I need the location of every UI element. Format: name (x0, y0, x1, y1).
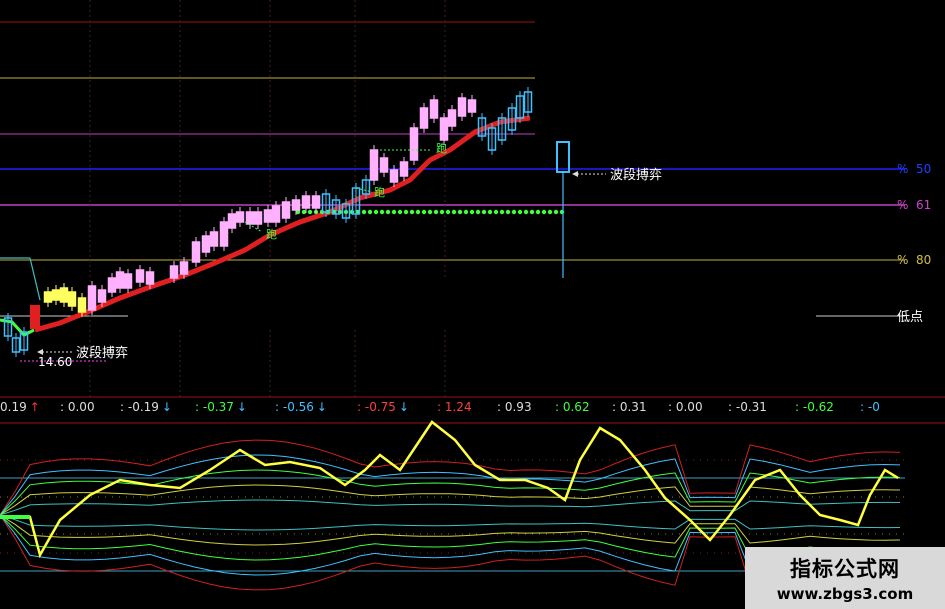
support-dot (427, 209, 433, 215)
support-dot (385, 209, 391, 215)
fib-50-label: 50 (916, 162, 931, 176)
watermark-url: www.zbgs3.com (776, 585, 914, 603)
indicator-value-text: 0.19 (0, 400, 27, 414)
indicator-value-text: : 0.93 (497, 400, 532, 414)
indicator-value-text: : -0.19 (120, 400, 159, 414)
indicator-value: : -0 (860, 400, 880, 414)
indicator-value: : 1.24 (437, 400, 472, 414)
indicator-value-text: : 0.31 (612, 400, 647, 414)
arrow-up-icon: ↑ (29, 400, 40, 414)
indicator-value-text: : -0.31 (728, 400, 767, 414)
support-dot (403, 209, 409, 215)
arrow-down-icon: ↓ (398, 400, 409, 414)
redaction-block (128, 278, 816, 330)
run-marker: 跑 (436, 141, 447, 155)
support-dot (469, 209, 475, 215)
support-dot (529, 209, 535, 215)
support-dot (463, 209, 469, 215)
support-dot (439, 209, 445, 215)
price-low-label: 14.60 (38, 355, 72, 369)
support-dot (367, 209, 373, 215)
support-dot (505, 209, 511, 215)
fib-pct-sign: % (897, 253, 908, 267)
support-dot (445, 209, 451, 215)
support-dot (421, 209, 427, 215)
support-dot (361, 209, 367, 215)
indicator-value: : 0.62 (555, 400, 590, 414)
support-dot (475, 209, 481, 215)
indicator-value-text: : 0.00 (60, 400, 95, 414)
arrow-down-icon: ↓ (161, 400, 172, 414)
indicator-value: : -0.75 ↓ (357, 400, 409, 414)
support-dot (379, 209, 385, 215)
support-dot (523, 209, 529, 215)
site-watermark: 指标公式网 www.zbgs3.com (745, 547, 945, 609)
support-dot (499, 209, 505, 215)
fib-pct-sign: % (897, 162, 908, 176)
indicator-value-text: : 1.24 (437, 400, 472, 414)
support-dot (391, 209, 397, 215)
indicator-value: : -0.37 ↓ (195, 400, 247, 414)
indicator-value: : 0.31 (612, 400, 647, 414)
indicator-value: 0.19 ↑ (0, 400, 40, 414)
support-dot (433, 209, 439, 215)
wave-label-upper: 波段搏弈 (610, 167, 662, 183)
support-dot (535, 209, 541, 215)
indicator-value-text: : 0.62 (555, 400, 590, 414)
indicator-value: : -0.56 ↓ (275, 400, 327, 414)
low-point-label: 低点 (897, 310, 923, 325)
indicator-value: : 0.93 (497, 400, 532, 414)
fib-pct-sign: % (897, 198, 908, 212)
indicator-value-text: : -0 (860, 400, 880, 414)
run-marker: 跑 (266, 227, 277, 241)
indicator-value-text: : -0.75 (357, 400, 396, 414)
arrow-down-icon: ↓ (236, 400, 247, 414)
fib-61-label: 61 (916, 198, 931, 212)
support-dot (481, 209, 487, 215)
support-dot (409, 209, 415, 215)
support-dot (397, 209, 403, 215)
support-dot (373, 209, 379, 215)
indicator-value: : -0.19 ↓ (120, 400, 172, 414)
support-dot (511, 209, 517, 215)
support-dot (451, 209, 457, 215)
kline-chart-area[interactable]: 跑 跑 跑 波段搏弈 波段搏弈 14.60 % 50 % 61 % 80 低点 (0, 0, 945, 609)
indicator-value: : 0.00 (668, 400, 703, 414)
indicator-value-text: : 0.00 (668, 400, 703, 414)
fib-80-label: 80 (916, 253, 931, 267)
indicator-value-text: : -0.37 (195, 400, 234, 414)
indicator-value-text: : -0.62 (795, 400, 834, 414)
indicator-value: : 0.00 (60, 400, 95, 414)
indicator-value: : -0.62 (795, 400, 834, 414)
support-dot (415, 209, 421, 215)
support-dot (553, 209, 559, 215)
trend-start-candle (30, 305, 40, 329)
indicator-value-text: : -0.56 (275, 400, 314, 414)
support-dot (307, 209, 313, 215)
indicator-value: : -0.31 (728, 400, 767, 414)
arrow-down-icon: ↓ (316, 400, 327, 414)
support-dot (487, 209, 493, 215)
support-dot (517, 209, 523, 215)
watermark-title: 指标公式网 (790, 557, 900, 581)
redaction-block (535, 0, 945, 142)
wave-label-lower: 波段搏弈 (76, 345, 128, 361)
support-dot (547, 209, 553, 215)
support-dot (457, 209, 463, 215)
support-dot (541, 209, 547, 215)
run-marker: 跑 (374, 185, 385, 199)
support-dot (493, 209, 499, 215)
